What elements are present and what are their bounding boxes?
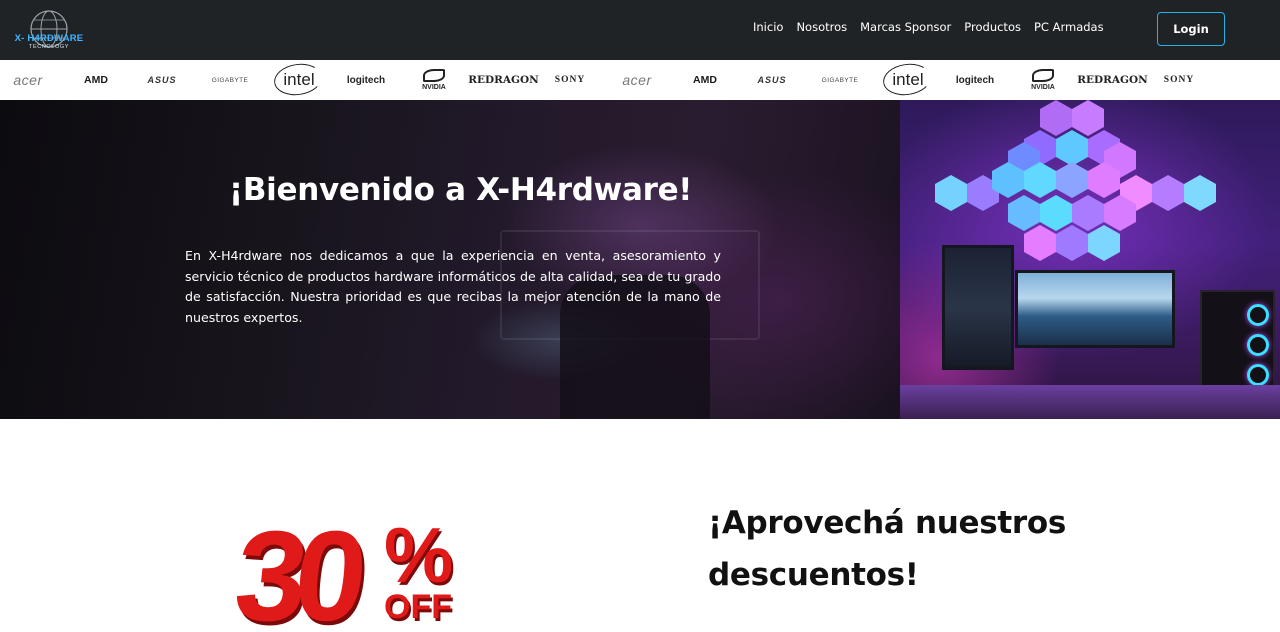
- hero-banner: ¡Bienvenido a X-H4rdware! En X-H4rdware …: [0, 100, 1280, 419]
- nav-link-pc-armadas[interactable]: PC Armadas: [1034, 20, 1104, 34]
- hex-light: [935, 175, 967, 211]
- hero-main-monitor: [1015, 270, 1175, 348]
- hex-light: [1056, 130, 1088, 166]
- login-button[interactable]: Login: [1157, 12, 1225, 46]
- brand-logo-nvidia: NVIDIA: [414, 60, 454, 100]
- hex-light: [1040, 195, 1072, 231]
- hex-light: [1024, 225, 1056, 261]
- brand-name: X- H4RDWARE: [14, 33, 84, 44]
- brand-tagline: TECNOLOGY: [29, 44, 69, 50]
- hero-vertical-monitor: [942, 245, 1014, 370]
- discount-off-label: OFF: [384, 588, 452, 626]
- brand-logo-acer: acer: [13, 72, 43, 88]
- hero-description: En X-H4rdware nos dedicamos a que la exp…: [185, 248, 721, 326]
- brand-logo-logitech: logitech: [955, 74, 995, 86]
- hero-desk-surface: [900, 385, 1280, 419]
- brand-logo-gigabyte: GIGABYTE: [211, 76, 249, 84]
- main-nav: Inicio Nosotros Marcas Sponsor Productos…: [753, 20, 1104, 34]
- discount-badge-graphic: 30 % OFF: [229, 505, 466, 632]
- hex-light: [1152, 175, 1184, 211]
- nav-link-inicio[interactable]: Inicio: [753, 20, 783, 34]
- brand-logo-amd: AMD: [84, 74, 108, 86]
- hex-light: [1072, 100, 1104, 136]
- nvidia-eye-icon: [1032, 69, 1054, 82]
- brand-logo-redragon-text: REDRAGON: [468, 74, 539, 86]
- brand-logo-asus: ASUS: [147, 75, 177, 85]
- rgb-fan-icon: [1247, 304, 1269, 326]
- hex-light: [1184, 175, 1216, 211]
- navbar: X- H4RDWARE TECNOLOGY Inicio Nosotros Ma…: [0, 0, 1280, 60]
- nvidia-eye-icon: [423, 69, 445, 82]
- brand-logo[interactable]: X- H4RDWARE TECNOLOGY: [14, 8, 84, 54]
- sponsor-brands-strip: acer AMD ASUS GIGABYTE intel logitech NV…: [0, 60, 1280, 100]
- hex-light: [1040, 100, 1072, 136]
- rgb-fan-icon: [1247, 334, 1269, 356]
- discount-percent-symbol: %: [384, 511, 454, 599]
- brand-logo-redragon-text: REDRAGON: [1077, 74, 1148, 86]
- brand-logo-gigabyte: GIGABYTE: [821, 76, 859, 84]
- hero-image-gaming-setup: [900, 100, 1280, 419]
- brand-logo-nvidia-text: NVIDIA: [422, 84, 446, 91]
- brand-logo-redragon: REDRAGON: [466, 60, 538, 100]
- brand-logo-asus: ASUS: [757, 75, 787, 85]
- hero-title: ¡Bienvenido a X-H4rdware!: [229, 172, 693, 208]
- brand-logo-amd: AMD: [693, 74, 717, 86]
- brand-logo-nvidia-text: NVIDIA: [1031, 84, 1055, 91]
- brand-logo-nvidia: NVIDIA: [1023, 60, 1063, 100]
- hex-light: [1008, 195, 1040, 231]
- discount-number: 30: [228, 505, 362, 632]
- brand-logo-intel: intel: [272, 60, 324, 100]
- hex-light: [1056, 225, 1088, 261]
- hex-light: [1088, 225, 1120, 261]
- hex-light: [1056, 162, 1088, 198]
- promo-section: 30 % OFF ¡Aprovechá nuestros descuentos!: [0, 419, 1280, 632]
- brand-logo-logitech: logitech: [346, 74, 386, 86]
- nav-link-marcas-sponsor[interactable]: Marcas Sponsor: [860, 20, 951, 34]
- brand-logo-intel-text: intel: [892, 70, 924, 89]
- rgb-fan-icon: [1247, 364, 1269, 386]
- brand-logo-acer: acer: [622, 72, 652, 88]
- brand-logo-sony: SONY: [1163, 75, 1195, 85]
- brand-logo-redragon: REDRAGON: [1075, 60, 1147, 100]
- nav-link-nosotros[interactable]: Nosotros: [796, 20, 847, 34]
- promo-title: ¡Aprovechá nuestros descuentos!: [708, 505, 1067, 593]
- hero-pc-case: [1200, 290, 1275, 400]
- brand-logo-intel: intel: [881, 60, 933, 100]
- hex-light: [1072, 195, 1104, 231]
- brand-logo-intel-text: intel: [283, 70, 315, 89]
- brand-logo-sony: SONY: [554, 75, 586, 85]
- nav-link-productos[interactable]: Productos: [964, 20, 1021, 34]
